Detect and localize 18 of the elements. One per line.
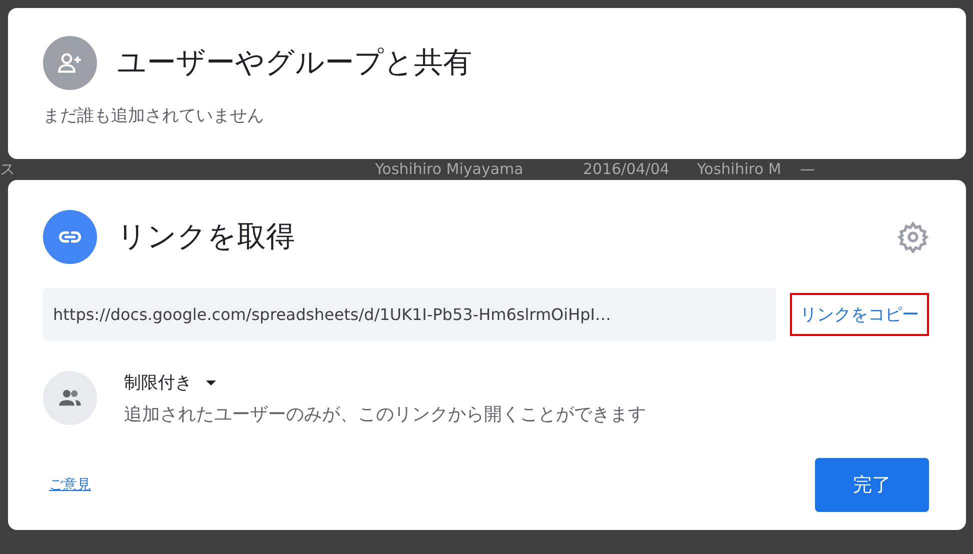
settings-icon[interactable]: [897, 221, 929, 253]
access-description: 追加されたユーザーのみが、このリンクから開くことができます: [124, 403, 646, 426]
share-title: ユーザーやグループと共有: [117, 44, 473, 81]
background-text: Yoshihiro Miyayama: [375, 161, 524, 177]
add-person-icon: [43, 36, 97, 90]
empty-message: まだ誰も追加されていません: [43, 105, 265, 127]
caret-icon: [206, 380, 216, 386]
feedback-link[interactable]: ご意見: [49, 476, 91, 494]
link-title: リンクを取得: [117, 218, 296, 255]
background-text: —: [800, 161, 815, 177]
background-text: 2016/04/04: [583, 161, 670, 177]
background-text: Yoshihiro M: [697, 161, 782, 177]
access-dropdown[interactable]: 制限付き: [124, 371, 216, 394]
link-icon: [43, 210, 97, 264]
copy-link[interactable]: リンクをコピー: [790, 293, 929, 336]
background-text: ス: [0, 161, 15, 177]
link-url-field[interactable]: https://docs.google.com/spreadsheets/d/1UK1I-Pb53-Hm6slrmOiHpI…: [43, 288, 776, 341]
done-button[interactable]: 完了: [815, 458, 929, 512]
